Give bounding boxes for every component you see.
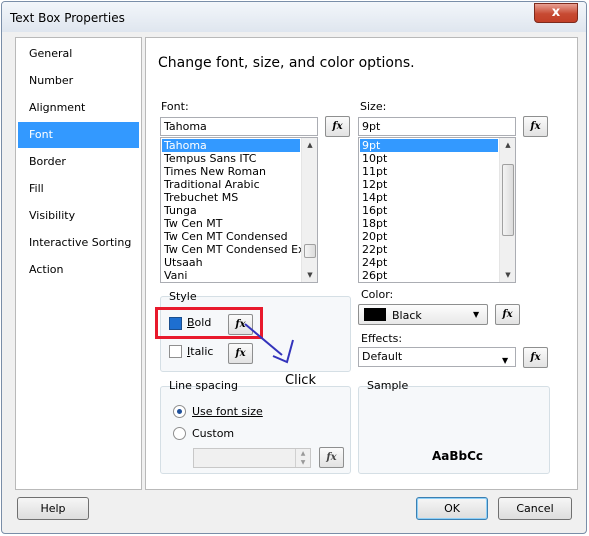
font-listbox[interactable]: Tahoma Tempus Sans ITC Times New Roman Trad… xyxy=(160,137,318,283)
nav-item-number[interactable]: Number xyxy=(18,70,139,92)
font-list-item[interactable]: Tahoma xyxy=(162,139,300,152)
ok-button[interactable]: OK xyxy=(416,497,488,520)
font-list-item[interactable]: Tempus Sans ITC xyxy=(162,152,300,165)
effects-expression-button[interactable]: fx xyxy=(523,347,548,368)
size-list-item[interactable]: 14pt xyxy=(360,191,498,204)
nav-item-fill[interactable]: Fill xyxy=(18,178,139,200)
fx-icon: fx xyxy=(326,452,337,463)
color-expression-button[interactable]: fx xyxy=(495,304,520,325)
font-list-item[interactable]: Times New Roman xyxy=(162,165,300,178)
nav-item-visibility[interactable]: Visibility xyxy=(18,205,139,227)
size-label: Size: xyxy=(360,100,387,113)
effects-dropdown[interactable]: Default ▼ xyxy=(358,347,516,367)
size-list-item[interactable]: 11pt xyxy=(360,165,498,178)
nav-list: General Number Alignment Font Border Fil… xyxy=(15,37,142,490)
font-label: Font: xyxy=(161,100,189,113)
nav-item-font[interactable]: Font xyxy=(18,122,139,148)
radio-dot xyxy=(177,409,182,414)
nav-item-interactive-sorting[interactable]: Interactive Sorting xyxy=(18,232,139,254)
size-list-item[interactable]: 9pt xyxy=(360,139,498,152)
sample-text: AaBbCc xyxy=(432,449,484,463)
font-list-item[interactable]: Trebuchet MS xyxy=(162,191,300,204)
size-list-item[interactable]: 24pt xyxy=(360,256,498,269)
font-list-item[interactable]: Tunga xyxy=(162,204,300,217)
fx-icon: fx xyxy=(502,309,513,320)
font-list-item[interactable]: Tw Cen MT Condensed xyxy=(162,230,300,243)
size-list-item[interactable]: 12pt xyxy=(360,178,498,191)
color-swatch xyxy=(364,308,386,321)
size-list-item[interactable]: 18pt xyxy=(360,217,498,230)
italic-checkbox[interactable] xyxy=(169,345,182,358)
size-list-scrollbar[interactable]: ▲ ▼ xyxy=(499,138,515,282)
custom-label[interactable]: Custom xyxy=(192,427,234,440)
size-list-item[interactable]: 22pt xyxy=(360,243,498,256)
help-button[interactable]: Help xyxy=(17,497,89,520)
italic-label[interactable]: Italic xyxy=(187,345,213,358)
spin-button[interactable]: ▲ ▼ xyxy=(295,449,310,467)
scroll-down-icon[interactable]: ▼ xyxy=(302,268,317,282)
chevron-down-icon: ▼ xyxy=(502,356,509,365)
chevron-down-icon: ▼ xyxy=(473,310,480,319)
scroll-down-icon[interactable]: ▼ xyxy=(500,268,515,282)
color-value: Black xyxy=(392,309,422,322)
nav-item-alignment[interactable]: Alignment xyxy=(18,97,139,119)
font-list-scrollbar[interactable]: ▲ ▼ xyxy=(301,138,317,282)
custom-expression-button[interactable]: fx xyxy=(319,447,344,468)
style-group-title: Style xyxy=(169,290,197,303)
scroll-up-icon[interactable]: ▲ xyxy=(500,138,515,152)
custom-spacing-input[interactable]: ▲ ▼ xyxy=(193,448,311,468)
size-expression-button[interactable]: fx xyxy=(523,116,548,137)
annotation-arrow-icon xyxy=(244,323,294,364)
sample-group-title: Sample xyxy=(367,379,409,392)
size-list-item[interactable]: 10pt xyxy=(360,152,498,165)
font-expression-button[interactable]: fx xyxy=(325,116,350,137)
nav-item-action[interactable]: Action xyxy=(18,259,139,281)
size-input[interactable]: 9pt xyxy=(358,117,516,136)
close-icon: x xyxy=(551,5,561,20)
font-list-item[interactable]: Traditional Arabic xyxy=(162,178,300,191)
fx-icon: fx xyxy=(530,352,541,363)
custom-radio[interactable] xyxy=(173,427,186,440)
line-spacing-group-title: Line spacing xyxy=(169,379,238,392)
font-list-item[interactable]: Tw Cen MT Condensed Ext xyxy=(162,243,309,256)
color-label: Color: xyxy=(361,288,394,301)
use-font-size-radio[interactable] xyxy=(173,405,186,418)
size-list-item[interactable]: 16pt xyxy=(360,204,498,217)
close-button[interactable]: x xyxy=(534,3,578,23)
nav-item-general[interactable]: General xyxy=(18,43,139,65)
size-list-item[interactable]: 26pt xyxy=(360,269,498,282)
font-input[interactable]: Tahoma xyxy=(160,117,318,136)
color-dropdown[interactable]: Black ▼ xyxy=(358,304,488,325)
scrollbar-thumb[interactable] xyxy=(502,164,514,236)
size-list-item[interactable]: 20pt xyxy=(360,230,498,243)
scroll-up-icon[interactable]: ▲ xyxy=(302,138,317,152)
use-font-size-label[interactable]: Use font size xyxy=(192,405,263,418)
scrollbar-thumb[interactable] xyxy=(304,244,316,258)
nav-item-border[interactable]: Border xyxy=(18,151,139,173)
fx-icon: fx xyxy=(530,121,541,132)
font-list-item[interactable]: Tw Cen MT xyxy=(162,217,300,230)
cancel-button[interactable]: Cancel xyxy=(498,497,572,520)
page-heading: Change font, size, and color options. xyxy=(158,55,415,71)
effects-label: Effects: xyxy=(361,332,403,345)
fx-icon: fx xyxy=(332,121,343,132)
size-listbox[interactable]: 9pt 10pt 11pt 12pt 14pt 16pt 18pt 20pt 22pt 24pt 2… xyxy=(358,137,516,283)
effects-value: Default xyxy=(362,350,403,363)
font-list-item[interactable]: Vani xyxy=(162,269,300,282)
title-bar[interactable]: Text Box Properties x xyxy=(2,2,586,32)
window-title: Text Box Properties xyxy=(10,11,125,25)
font-list-item[interactable]: Utsaah xyxy=(162,256,300,269)
